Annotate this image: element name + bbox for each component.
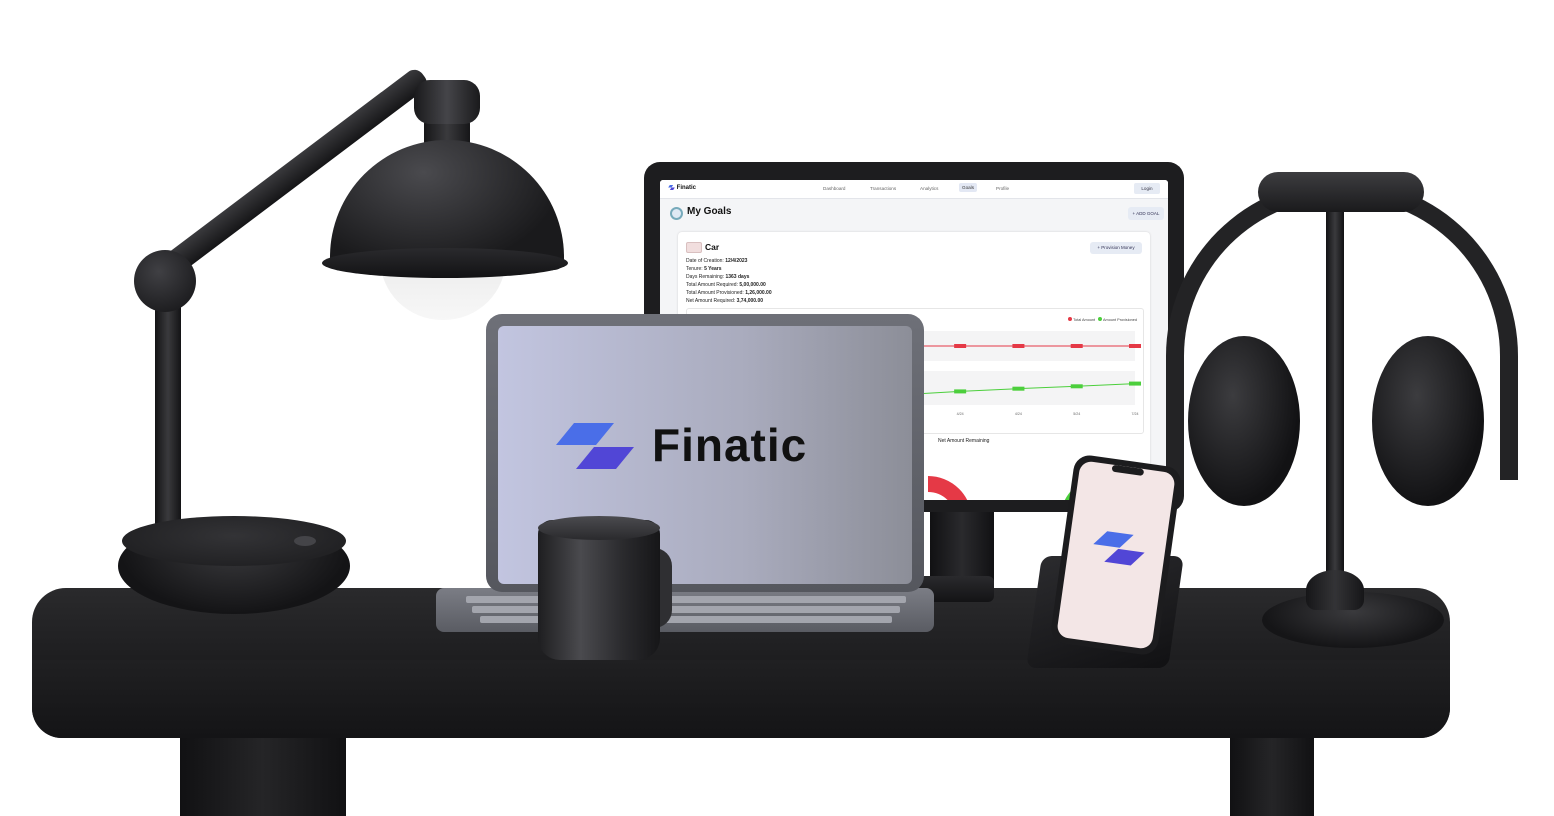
headphone-stand-foot bbox=[1306, 570, 1364, 610]
nav-dashboard[interactable]: Dashboard bbox=[823, 186, 845, 191]
headphone-band-pad bbox=[1258, 172, 1424, 212]
mug bbox=[538, 520, 660, 660]
desk-front bbox=[32, 660, 1450, 738]
mug-rim bbox=[538, 516, 660, 540]
nav-goals[interactable]: Goals bbox=[959, 183, 978, 192]
lamp-knob bbox=[294, 536, 316, 546]
goal-detail: Total Amount Required: 5,00,000.00 bbox=[686, 282, 766, 288]
data-point bbox=[954, 344, 967, 348]
keyboard-row bbox=[472, 606, 900, 613]
app-navbar: Finatic Dashboard Transactions Analytics… bbox=[660, 180, 1168, 199]
laptop-logo-text: Finatic bbox=[652, 419, 808, 471]
goals-target-icon bbox=[670, 207, 683, 220]
nav-analytics[interactable]: Analytics bbox=[920, 186, 938, 191]
data-point bbox=[1012, 344, 1025, 348]
goal-name: Car bbox=[705, 242, 720, 252]
goal-detail: Total Amount Provisioned: 1,26,000.00 bbox=[686, 290, 772, 296]
car-icon bbox=[686, 242, 702, 253]
finatic-logo-icon bbox=[556, 423, 634, 469]
monitor-neck bbox=[930, 505, 994, 583]
page-title: My Goals bbox=[687, 206, 732, 217]
nav-transactions[interactable]: Transactions bbox=[870, 186, 896, 191]
x-tick-label: 7/24 bbox=[1132, 412, 1139, 416]
nav-profile[interactable]: Profile bbox=[996, 186, 1009, 191]
lamp-cap bbox=[414, 80, 480, 124]
add-goal-button[interactable]: + ADD GOAL bbox=[1128, 207, 1164, 220]
desk-leg-right bbox=[1230, 736, 1314, 816]
finatic-logo-icon bbox=[668, 185, 675, 190]
provision-money-button[interactable]: + Provision Money bbox=[1090, 242, 1142, 254]
data-point bbox=[954, 389, 967, 394]
goal-detail: Net Amount Required: 3,74,000.00 bbox=[686, 298, 764, 304]
headphone-left-cup bbox=[1188, 336, 1300, 506]
finatic-logo-icon bbox=[1093, 531, 1145, 566]
data-point bbox=[1129, 381, 1141, 386]
data-point bbox=[1070, 344, 1083, 348]
app-brand-label: Finatic bbox=[676, 185, 697, 192]
data-point bbox=[1012, 386, 1025, 391]
lamp-pole bbox=[155, 290, 181, 535]
donut-left-slice bbox=[927, 476, 968, 500]
keyboard-row bbox=[466, 596, 906, 603]
lamp-joint bbox=[134, 250, 196, 312]
x-tick-label: 4/24 bbox=[1015, 412, 1022, 416]
goal-detail: Tenure: 5 Years bbox=[686, 266, 722, 272]
phone-screen bbox=[1056, 460, 1176, 650]
headphone-right-cup bbox=[1372, 336, 1484, 506]
lamp-shade-rim bbox=[322, 248, 568, 278]
desk-leg-left bbox=[180, 736, 346, 816]
x-tick-label: 4/24 bbox=[957, 412, 964, 416]
goal-detail: Date of Creation: 12/4/2023 bbox=[686, 258, 748, 264]
login-button[interactable]: Login bbox=[1134, 183, 1160, 194]
laptop-keyboard-base bbox=[436, 588, 934, 632]
data-point bbox=[1070, 384, 1083, 389]
x-tick-label: 5/24 bbox=[1073, 412, 1080, 416]
data-point bbox=[1129, 344, 1141, 348]
app-brand[interactable]: Finatic bbox=[668, 185, 696, 191]
goal-detail: Days Remaining: 1363 days bbox=[686, 274, 750, 280]
